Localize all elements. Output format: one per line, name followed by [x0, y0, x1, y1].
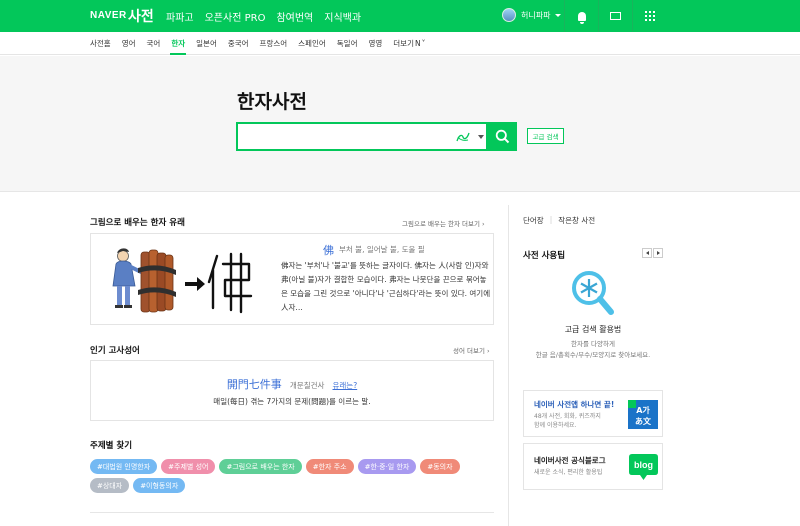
dictionary-logo[interactable]: 사전	[128, 6, 154, 26]
idiom-hanja[interactable]: 開門七件事	[227, 378, 282, 391]
tab-home[interactable]: 사전홈	[90, 38, 111, 49]
tab-more[interactable]: 더보기N˅	[393, 38, 425, 49]
mail-button[interactable]	[598, 0, 632, 32]
svg-text:あ文: あ文	[635, 416, 652, 426]
topic-tag-kor-chn-jpn[interactable]: #한·중·일 한자	[357, 459, 417, 474]
mail-icon	[610, 12, 621, 20]
tab-french[interactable]: 프랑스어	[260, 38, 288, 49]
sidebar-tabs: 단어장 | 작은창 사전	[523, 215, 595, 226]
blog-promo-title: 네이버사전 공식블로그	[534, 456, 606, 465]
divider	[508, 205, 509, 526]
popular-idioms-title: 인기 고사성어	[90, 346, 140, 356]
hanja-origin-description: 佛자는 '부처'나 '불교'를 뜻하는 글자이다. 佛자는 人(사람 인)자와 …	[281, 261, 491, 312]
idioms-more-link[interactable]: 성어 더보기 ›	[453, 345, 490, 355]
search-area: 한자사전 고급 검색	[0, 56, 800, 192]
topic-tags: #대법원 인명한자 #주제별 성어 #그림으로 배우는 한자 #한자 주소 #한…	[90, 459, 494, 493]
tab-english-english[interactable]: 영영	[368, 38, 382, 49]
user-name: 허니파파	[521, 10, 551, 20]
prev-tip-button[interactable]	[642, 248, 652, 258]
nav-papago[interactable]: 파파고	[166, 9, 194, 24]
mini-dictionary-link[interactable]: 작은창 사전	[558, 215, 595, 226]
topic-tag-picture-hanja[interactable]: #그림으로 배우는 한자	[219, 459, 302, 474]
idiom-reading: 개문칠건사	[289, 381, 325, 390]
svg-text:blog: blog	[634, 460, 653, 470]
tab-korean[interactable]: 국어	[147, 38, 161, 49]
top-nav: 파파고 오픈사전 PRO 참여번역 지식백과	[166, 9, 361, 24]
chevron-right-icon	[656, 251, 660, 255]
apps-button[interactable]	[632, 0, 666, 32]
apps-grid-icon	[644, 11, 655, 21]
input-tool-dropdown-icon[interactable]	[478, 135, 484, 139]
bell-icon	[577, 11, 586, 24]
tab-spanish[interactable]: 스페인어	[298, 38, 326, 49]
topic-tag-idioms-by-theme[interactable]: #주제별 성어	[161, 459, 216, 474]
idiom-origin-link[interactable]: 유래는?	[333, 381, 358, 390]
tab-german[interactable]: 독일어	[337, 38, 358, 49]
dictionary-tabs: 사전홈 영어 국어 한자 일본어 중국어 프랑스어 스페인어 독일어 영영 더보…	[0, 32, 800, 55]
tip-description-line: 한글 음/총획수/부수/모양지로 찾아보세요.	[535, 351, 651, 359]
handwriting-input-icon[interactable]	[456, 131, 470, 143]
nav-knowledge-encyclopedia[interactable]: 지식백과	[324, 9, 361, 24]
tab-japanese[interactable]: 일본어	[196, 38, 217, 49]
topic-tag-hanja-address[interactable]: #한자 주소	[305, 459, 354, 474]
idiom-card: 開門七件事 개문칠건사 유래는? 매일(每日) 겪는 7가지의 문제(問題)를 …	[90, 360, 494, 421]
next-tip-button[interactable]	[653, 248, 663, 258]
magnifier-illustration-icon	[572, 271, 614, 315]
user-menu[interactable]: 허니파파	[502, 8, 562, 22]
app-promo-title: 네이버 사전앱 하나면 끝!	[534, 400, 615, 409]
chevron-left-icon	[645, 251, 649, 255]
nav-open-dict-pro[interactable]: 오픈사전 PRO	[205, 9, 266, 24]
hanja-character[interactable]: 佛	[323, 242, 334, 258]
topic-tag-variant-synonyms[interactable]: #이형동의자	[133, 478, 186, 493]
hanja-meaning: 부처 불, 일어날 불, 도울 필	[339, 245, 425, 254]
divider	[90, 512, 494, 513]
search-box	[236, 122, 488, 151]
search-icon	[495, 129, 510, 144]
tip-description-line: 한자를 다양하게	[571, 340, 615, 348]
chevron-down-icon: ˅	[421, 39, 426, 48]
blog-promo-desc: 새로운 소식, 편리한 활용팁	[534, 469, 603, 476]
nav-participation-translation[interactable]: 참여번역	[276, 9, 313, 24]
topic-tag-court-names[interactable]: #대법원 인명한자	[90, 459, 158, 474]
hanja-origin-illustration	[112, 248, 253, 314]
picture-origin-card[interactable]: 佛 부처 불, 일어날 불, 도울 필 佛자는 '부처'나 '불교'를 뜻하는 …	[90, 233, 494, 325]
advanced-search-button[interactable]: 고급 검색	[527, 128, 564, 144]
page-title: 한자사전	[237, 91, 307, 113]
tab-chinese[interactable]: 중국어	[228, 38, 249, 49]
tip-title[interactable]: 고급 검색 활용법	[523, 324, 663, 335]
wordbook-link[interactable]: 단어장	[523, 215, 544, 226]
avatar	[502, 8, 516, 22]
tab-hanja[interactable]: 한자	[170, 38, 186, 55]
blog-icon: blog	[629, 454, 658, 480]
tip-description: 한자를 다양하게 한글 음/총획수/부수/모양지로 찾아보세요.	[516, 339, 670, 361]
picture-origin-more-link[interactable]: 그림으로 배우는 한자 더보기 ›	[402, 218, 485, 228]
dictionary-app-icon: A가 あ文	[628, 400, 658, 429]
svg-text:A가: A가	[636, 405, 650, 415]
chevron-down-icon	[555, 13, 562, 17]
new-badge: N	[414, 39, 421, 48]
tab-english[interactable]: 영어	[122, 38, 136, 49]
picture-origin-title: 그림으로 배우는 한자 유래	[90, 218, 185, 228]
notifications-button[interactable]	[564, 0, 598, 32]
topics-title: 주제별 찾기	[90, 441, 133, 451]
tab-more-label: 더보기	[393, 39, 414, 48]
search-button[interactable]	[488, 122, 517, 151]
divider: |	[549, 215, 553, 224]
topic-tag-synonyms[interactable]: #동의자	[420, 459, 460, 474]
idiom-meaning: 매일(每日) 겪는 7가지의 문제(問題)를 이르는 말.	[213, 397, 371, 406]
usage-tips-title: 사전 사용팁	[523, 251, 566, 261]
app-promo-card[interactable]: 네이버 사전앱 하나면 끝! 48개 사전, 회화, 퀴즈까지 함께 이용하세요…	[523, 390, 663, 437]
topic-tag-antonyms[interactable]: #상대자	[90, 478, 130, 493]
naver-logo[interactable]: NAVER	[90, 10, 127, 21]
top-bar: NAVER 사전 파파고 오픈사전 PRO 참여번역 지식백과 허니파파	[0, 0, 800, 32]
blog-promo-card[interactable]: 네이버사전 공식블로그 새로운 소식, 편리한 활용팁 blog	[523, 443, 663, 490]
search-input[interactable]	[244, 128, 444, 146]
app-promo-desc: 함께 이용하세요.	[534, 422, 577, 429]
